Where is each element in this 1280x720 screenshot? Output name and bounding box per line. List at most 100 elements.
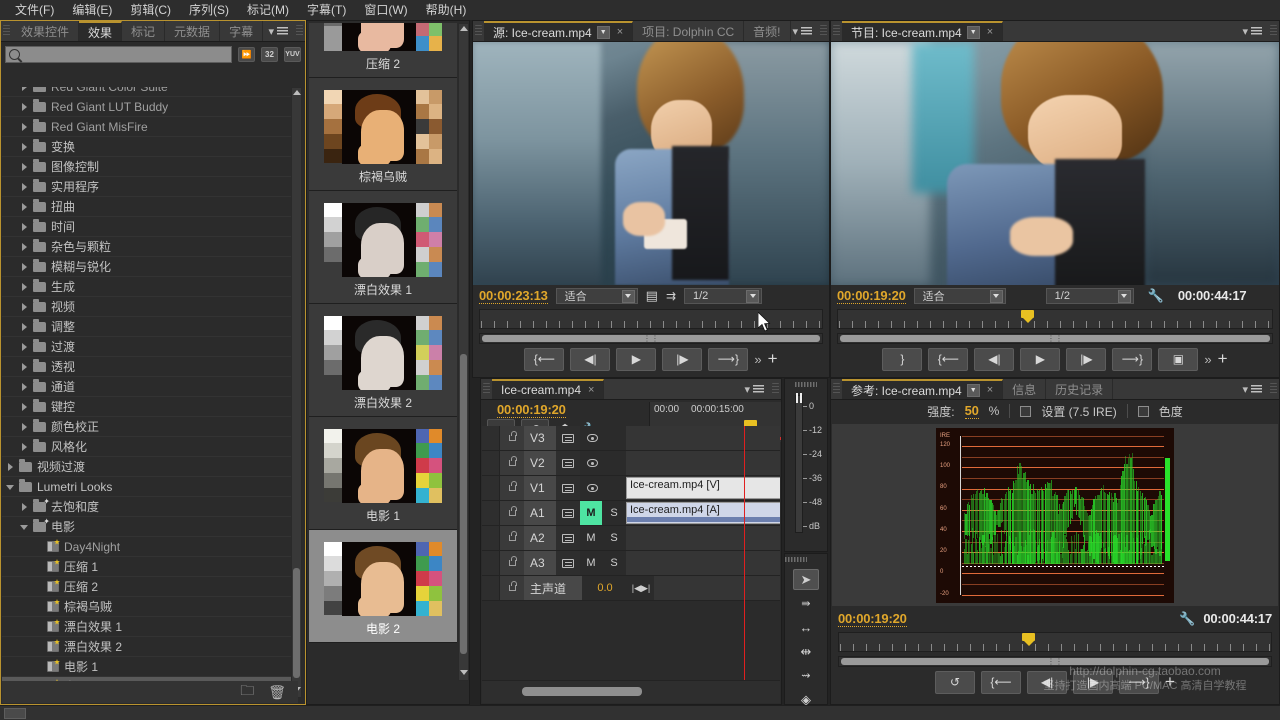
- lift-extract-icon[interactable]: ▣: [1158, 347, 1199, 371]
- track-name[interactable]: A1: [524, 501, 556, 525]
- chevron-right-icon[interactable]: [20, 282, 30, 292]
- tree-row-10[interactable]: 生成: [2, 277, 298, 297]
- menu-item-2[interactable]: 剪辑(C): [121, 0, 180, 20]
- button-editor-plus-icon[interactable]: +: [1218, 350, 1228, 367]
- effects-scrollbar[interactable]: [291, 87, 302, 698]
- go-to-in-icon[interactable]: {⟵: [981, 670, 1022, 694]
- track-sync-toggle[interactable]: [556, 551, 580, 575]
- tree-row-23[interactable]: Day4Night: [2, 537, 298, 557]
- track-sync-toggle[interactable]: [556, 426, 580, 450]
- selection-tool[interactable]: ➤: [793, 569, 819, 590]
- keyframe-icon[interactable]: |◀▶|: [628, 576, 654, 600]
- rolling-edit-tool[interactable]: ⇹: [793, 641, 819, 662]
- chevron-right-icon[interactable]: [20, 142, 30, 152]
- track-mute-toggle[interactable]: M: [580, 501, 602, 525]
- timeline-clip[interactable]: Ice-cream.mp4 [V]fx: [626, 477, 780, 499]
- program-playhead[interactable]: [1021, 310, 1034, 323]
- chevron-right-icon[interactable]: [20, 242, 30, 252]
- menu-item-0[interactable]: 文件(F): [6, 0, 63, 20]
- source-fit-dropdown[interactable]: 适合: [555, 288, 638, 304]
- tab--[interactable]: 信息: [1003, 379, 1047, 399]
- new-folder-icon[interactable]: 🗀: [240, 680, 254, 704]
- timeline-current-time[interactable]: 00:00:19:20: [497, 403, 566, 418]
- preset-scroll-up[interactable]: [460, 26, 468, 34]
- close-icon[interactable]: ×: [987, 384, 993, 396]
- step-back-icon[interactable]: ◀|: [1027, 670, 1068, 694]
- chevron-right-icon[interactable]: [6, 462, 16, 472]
- track-lock-toggle[interactable]: [500, 476, 524, 500]
- mark-in-out-icon[interactable]: {⟵: [524, 347, 565, 371]
- wrench-icon[interactable]: 🔧: [1148, 288, 1164, 304]
- film-icon[interactable]: ▤: [646, 288, 658, 304]
- reference-playhead[interactable]: [1022, 633, 1035, 646]
- menu-item-4[interactable]: 标记(M): [238, 0, 298, 20]
- panel-grip[interactable]: [833, 383, 840, 395]
- timeline-tracks[interactable]: V3V2V1Ice-cream.mp4 [V]fxA1MSIce-cream.m…: [482, 426, 780, 680]
- close-icon[interactable]: ×: [588, 384, 594, 396]
- track-lock-toggle[interactable]: [500, 526, 524, 550]
- tab--ice-cream-mp4[interactable]: 节目: Ice-cream.mp4 ▼ ×: [842, 21, 1004, 41]
- chevron-down-icon[interactable]: ▼: [966, 383, 980, 397]
- chevron-right-icon[interactable]: [20, 402, 30, 412]
- tree-row-9[interactable]: 模糊与锐化: [2, 257, 298, 277]
- tree-row-25[interactable]: 压缩 2: [2, 577, 298, 597]
- timeline-track-V3[interactable]: V3: [482, 426, 780, 451]
- chevron-right-icon[interactable]: [20, 362, 30, 372]
- tab--[interactable]: 标记: [122, 21, 166, 41]
- intensity-value[interactable]: 50: [964, 403, 979, 419]
- tree-row-6[interactable]: 扭曲: [2, 197, 298, 217]
- 32bit-effects-icon[interactable]: 32: [261, 46, 278, 62]
- tree-row-8[interactable]: 杂色与颗粒: [2, 237, 298, 257]
- tree-row-17[interactable]: 颜色校正: [2, 417, 298, 437]
- timeline-track-V1[interactable]: V1 Ice-cream.mp4 [V]fx: [482, 476, 780, 501]
- preset-scroll-down[interactable]: [460, 670, 468, 678]
- chevron-right-icon[interactable]: [20, 322, 30, 332]
- mark-out-icon[interactable]: }: [882, 347, 923, 371]
- tree-row-26[interactable]: 棕褐乌贼: [2, 597, 298, 617]
- source-zoom-scrollbar[interactable]: ⋮⋮: [479, 333, 823, 344]
- panel-grip[interactable]: [785, 557, 807, 562]
- track-body[interactable]: Ice-cream.mp4 [V]fx: [626, 476, 780, 500]
- tree-row-4[interactable]: 图像控制: [2, 157, 298, 177]
- master-volume-value[interactable]: 0.0: [582, 576, 628, 600]
- go-to-out-icon[interactable]: ⟶}: [1119, 670, 1160, 694]
- track-body[interactable]: [626, 526, 780, 550]
- go-to-out-icon[interactable]: ⟶}: [1112, 347, 1153, 371]
- scroll-up-arrow[interactable]: [293, 90, 301, 98]
- go-to-out-icon[interactable]: ⟶}: [708, 347, 749, 371]
- track-sync-toggle[interactable]: [556, 526, 580, 550]
- panel-grip-right[interactable]: [820, 25, 827, 37]
- close-icon[interactable]: ×: [617, 26, 623, 38]
- tab--[interactable]: 字幕: [220, 21, 264, 41]
- track-name[interactable]: 主声道: [524, 576, 582, 600]
- track-select-tool[interactable]: ⇛: [793, 593, 819, 614]
- tree-row-0[interactable]: Red Giant Color Suite: [2, 87, 298, 97]
- tree-row-21[interactable]: 去饱和度: [2, 497, 298, 517]
- track-body[interactable]: [626, 426, 780, 450]
- panel-grip[interactable]: [475, 25, 482, 37]
- track-eye-toggle[interactable]: [580, 426, 604, 450]
- track-eye-toggle[interactable]: [580, 476, 604, 500]
- reference-scrub-bar[interactable]: [832, 630, 1278, 656]
- chevron-down-icon[interactable]: ▼: [966, 25, 980, 39]
- button-editor-plus-icon[interactable]: +: [768, 350, 778, 367]
- menu-item-7[interactable]: 帮助(H): [417, 0, 476, 20]
- menu-item-6[interactable]: 窗口(W): [355, 0, 416, 20]
- chevron-right-icon[interactable]: [20, 262, 30, 272]
- track-body[interactable]: [626, 551, 780, 575]
- tab--[interactable]: 元数据: [165, 21, 221, 41]
- track-name[interactable]: V2: [524, 451, 556, 475]
- program-scrub-bar[interactable]: [831, 307, 1279, 333]
- track-eye-toggle[interactable]: [580, 451, 604, 475]
- tree-row-13[interactable]: 过渡: [2, 337, 298, 357]
- chevron-right-icon[interactable]: [20, 302, 30, 312]
- program-fit-dropdown[interactable]: 适合: [913, 288, 1006, 304]
- timeline-track-A1[interactable]: A1 MSIce-cream.mp4 [A]fx: [482, 501, 780, 526]
- preset-thumb-0[interactable]: 压缩 2: [309, 23, 457, 78]
- panel-grip-right[interactable]: [772, 383, 779, 395]
- search-input[interactable]: [5, 45, 232, 63]
- chevron-right-icon[interactable]: [20, 162, 30, 172]
- preset-scrollbar[interactable]: [458, 23, 469, 681]
- preset-thumb-1[interactable]: 棕褐乌贼: [309, 78, 457, 191]
- tab--dolphin-cc[interactable]: 项目: Dolphin CC: [633, 21, 745, 41]
